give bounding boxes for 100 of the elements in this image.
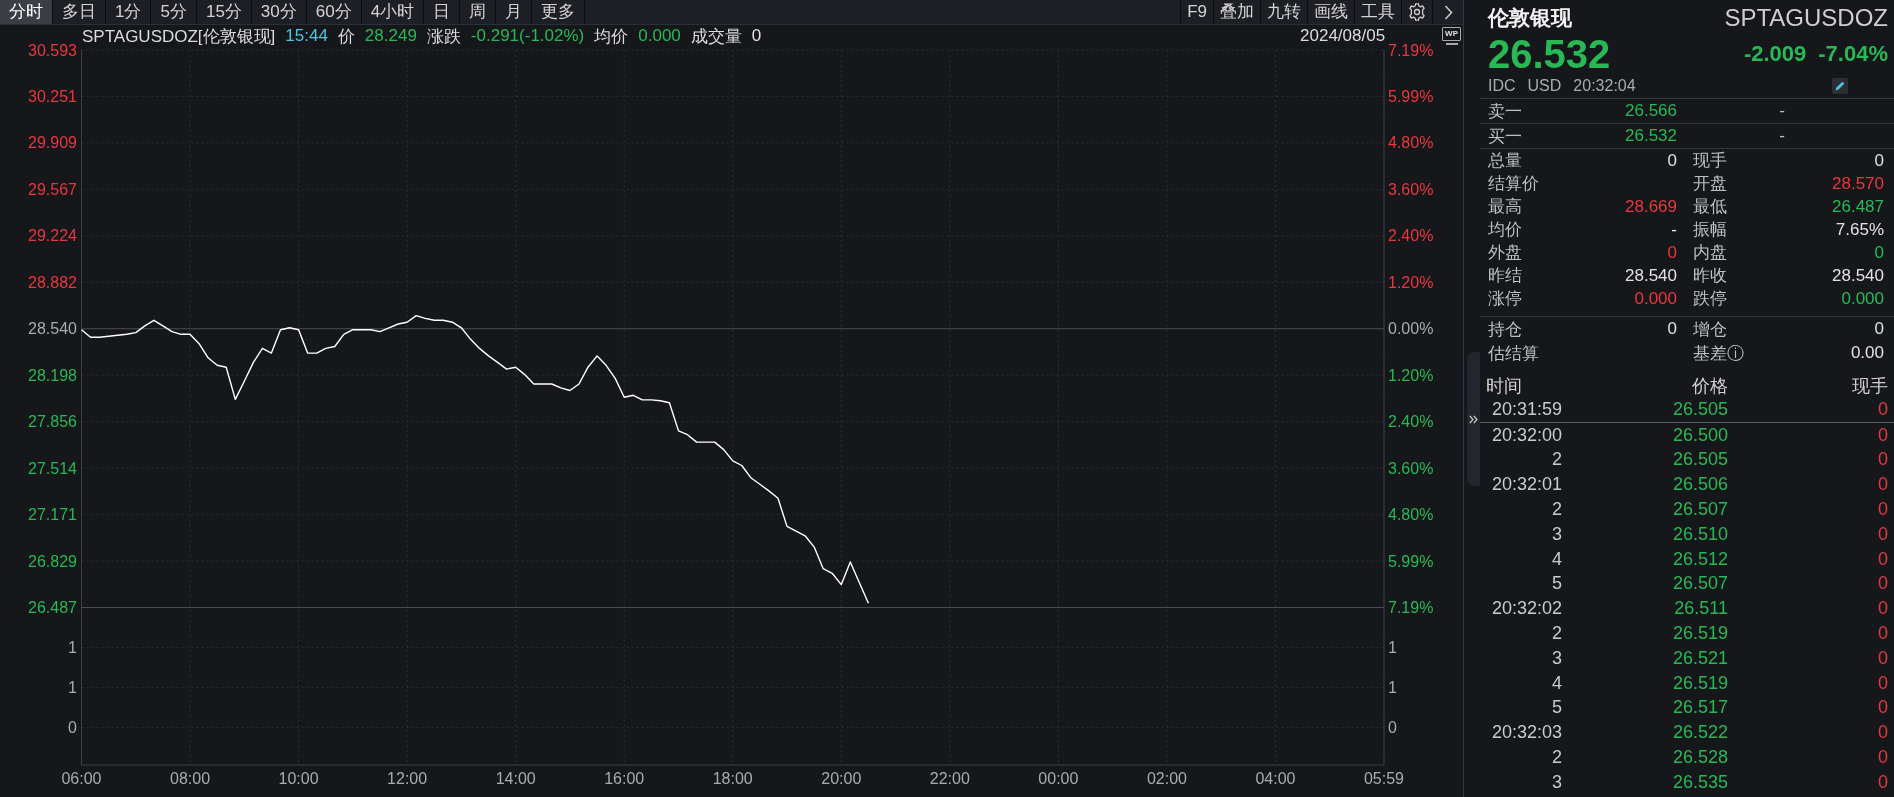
- time-axis-label: 08:00: [170, 769, 211, 787]
- order-label: 卖一: [1488, 100, 1523, 123]
- tick-price: 26.519: [1671, 623, 1728, 645]
- period-tab[interactable]: 1分: [106, 0, 152, 24]
- tick-volume: 0: [1877, 523, 1888, 545]
- percent-axis-label: 3.60%: [1388, 180, 1434, 198]
- pencil-icon[interactable]: [1832, 78, 1848, 94]
- volume-axis-label: 0: [1388, 719, 1397, 736]
- tick-price: 26.505: [1671, 398, 1728, 420]
- field-label: 价: [337, 25, 355, 48]
- tick-volume: 0: [1877, 722, 1888, 744]
- stat-label: 涨停: [1488, 288, 1522, 310]
- percent-axis-label: 1.20%: [1388, 366, 1434, 384]
- tick-price: 26.517: [1671, 697, 1728, 719]
- tick-volume: 0: [1877, 499, 1888, 521]
- tick-volume: 0: [1877, 672, 1888, 694]
- tick-price: 26.512: [1671, 548, 1728, 570]
- quote-time: 15:44: [285, 26, 328, 46]
- tick-volume: 0: [1877, 647, 1888, 669]
- tick-time: 20:32:00: [1490, 424, 1562, 446]
- double-chevron-icon: [1469, 414, 1478, 424]
- period-tab[interactable]: 多日: [53, 0, 106, 24]
- toolbar-button[interactable]: 工具: [1354, 0, 1401, 24]
- stat-label: 昨收: [1693, 265, 1727, 287]
- period-tab[interactable]: 月: [496, 0, 533, 24]
- volume-axis-label: 1: [68, 679, 77, 696]
- time-axis-label: 14:00: [495, 769, 536, 787]
- period-tab[interactable]: 更多: [532, 0, 586, 24]
- instrument-code: SPTAGUSDOZ: [1724, 4, 1888, 32]
- tick-price: 26.507: [1671, 573, 1728, 595]
- market-tag: USD: [1527, 77, 1562, 95]
- tick-price: 26.522: [1671, 722, 1728, 744]
- tick-price: 26.506: [1671, 474, 1728, 496]
- tick-volume: 0: [1877, 697, 1888, 719]
- percent-axis-label: 1.20%: [1388, 273, 1434, 291]
- tick-time: 3: [1551, 647, 1562, 669]
- stat-label: 开盘: [1693, 173, 1727, 195]
- price-axis-label: 29.567: [28, 180, 77, 198]
- tick-price: 26.535: [1671, 771, 1728, 793]
- percent-axis-label: 5.99%: [1388, 87, 1434, 105]
- tick-volume: 0: [1877, 424, 1888, 446]
- tick-time: 20:32:02: [1490, 598, 1562, 620]
- tick-volume: 0: [1877, 548, 1888, 570]
- time-axis-label: 06:00: [61, 769, 102, 787]
- price-axis-label: 28.198: [28, 366, 77, 384]
- update-time: 20:32:04: [1573, 77, 1636, 95]
- order-price: 26.532: [1624, 126, 1677, 146]
- toolbar-button[interactable]: F9: [1180, 0, 1213, 24]
- tick-time: 4: [1551, 672, 1562, 694]
- volume-axis-label: 1: [1388, 639, 1397, 656]
- stat-value: 0: [1874, 242, 1884, 263]
- column-header: 现手: [1851, 375, 1888, 398]
- time-axis-label: 04:00: [1255, 769, 1296, 787]
- stat-value: 0: [1874, 319, 1884, 339]
- percent-axis-label: 2.40%: [1388, 227, 1434, 245]
- tick-time: 3: [1551, 771, 1562, 793]
- stat-value: 28.669: [1625, 196, 1677, 217]
- tick-price: 26.511: [1673, 598, 1728, 620]
- toolbar-button[interactable]: 九转: [1260, 0, 1307, 24]
- tick-price: 26.521: [1671, 647, 1728, 669]
- period-tab[interactable]: 60分: [306, 0, 362, 24]
- price-axis-label: 27.514: [28, 459, 77, 477]
- period-tab[interactable]: 15分: [196, 0, 252, 24]
- stat-label: 增仓: [1693, 318, 1727, 341]
- tick-time: 20:32:03: [1490, 722, 1562, 744]
- period-tab[interactable]: 4小时: [361, 0, 425, 24]
- tick-time: 3: [1551, 523, 1562, 545]
- stat-label: 估结算: [1488, 342, 1539, 365]
- period-tab[interactable]: 分时: [0, 0, 53, 24]
- tick-price: 26.519: [1671, 672, 1728, 694]
- price-axis-label: 26.487: [28, 599, 77, 616]
- stat-label: 结算价: [1488, 173, 1539, 195]
- price-axis-label: 29.909: [28, 134, 77, 152]
- stat-label: 现手: [1693, 150, 1727, 172]
- percent-axis-label: 2.40%: [1388, 413, 1434, 431]
- time-axis-label: 05:59: [1364, 769, 1404, 787]
- field-value: 0: [751, 26, 762, 46]
- field-value: 28.249: [364, 26, 417, 46]
- time-axis-label: 12:00: [387, 769, 428, 787]
- time-axis-label: 20:00: [821, 769, 862, 787]
- volume-axis-label: 0: [68, 719, 77, 736]
- time-axis-label: 18:00: [712, 769, 753, 787]
- time-axis-label: 02:00: [1146, 769, 1187, 787]
- stat-value: 28.540: [1625, 265, 1677, 286]
- tick-price: 26.505: [1671, 449, 1728, 471]
- tick-time: 2: [1551, 449, 1562, 471]
- toolbar-button[interactable]: 叠加: [1213, 0, 1260, 24]
- period-tab[interactable]: 30分: [251, 0, 307, 24]
- period-tab[interactable]: 5分: [151, 0, 197, 24]
- panel-toggle-button[interactable]: [1467, 352, 1480, 486]
- price-axis-label: 30.251: [28, 87, 77, 105]
- order-label: 买一: [1488, 125, 1523, 148]
- tick-time: 2: [1551, 623, 1562, 645]
- percent-axis-label: 4.80%: [1388, 506, 1434, 524]
- period-tab[interactable]: 周: [460, 0, 497, 24]
- period-tab[interactable]: 日: [424, 0, 461, 24]
- percent-axis-label: 3.60%: [1388, 459, 1434, 477]
- stat-value: 0.000: [1841, 288, 1884, 309]
- toolbar-button[interactable]: 画线: [1307, 0, 1354, 24]
- field-label: 涨跌: [426, 25, 461, 48]
